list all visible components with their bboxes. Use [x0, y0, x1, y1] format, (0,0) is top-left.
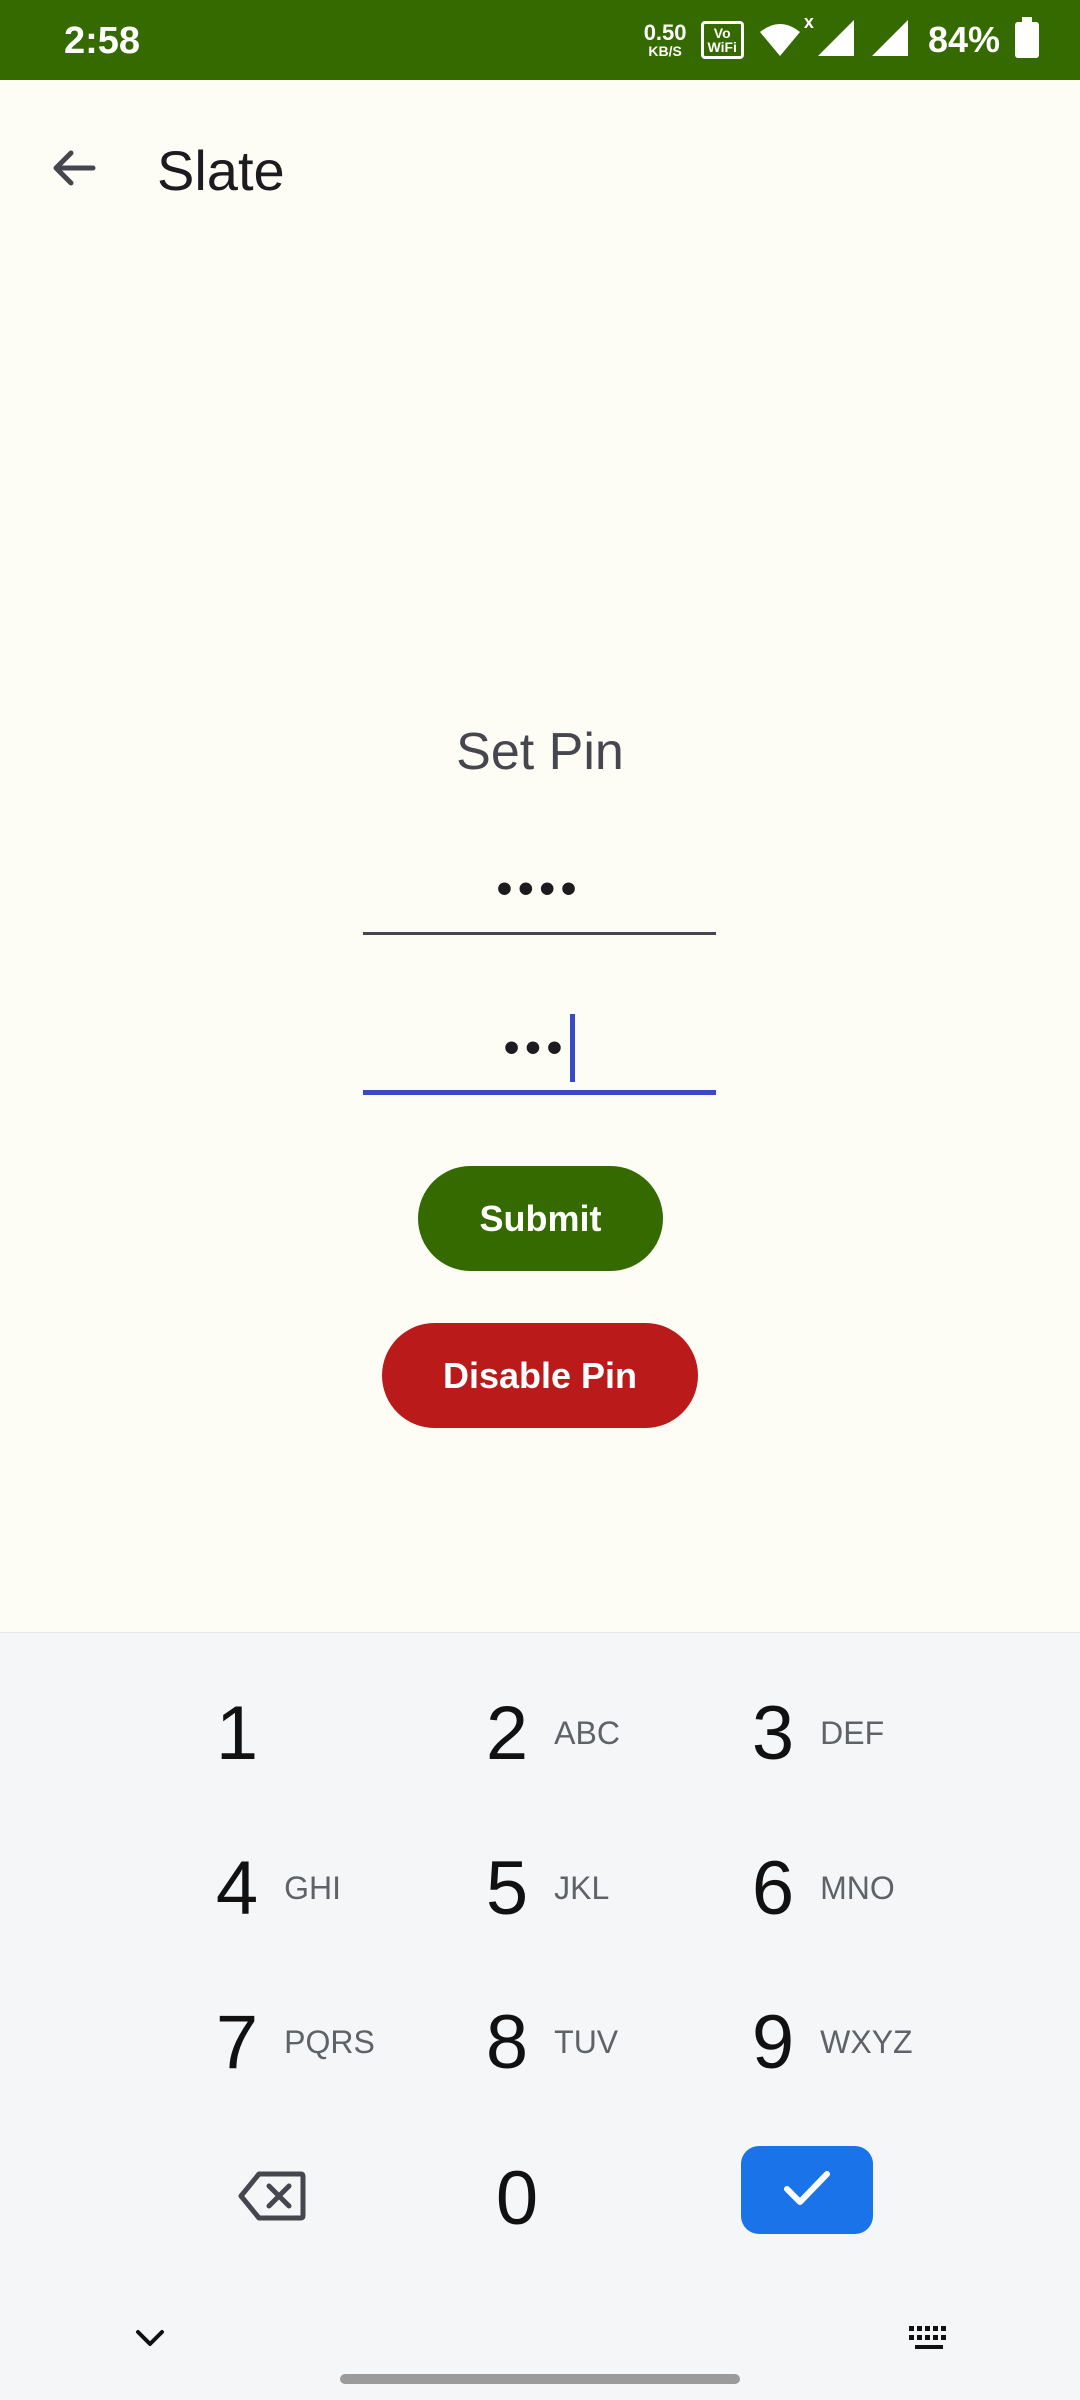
- backspace-key[interactable]: [232, 2158, 312, 2238]
- key-6[interactable]: 6 MNO: [706, 1813, 966, 1963]
- battery-icon: [1014, 16, 1040, 64]
- vowifi-top-label: Vo: [713, 25, 731, 41]
- key-letters: DEF: [820, 1714, 885, 1751]
- set-pin-title: Set Pin: [456, 723, 624, 781]
- signal-icon-2: [870, 18, 910, 63]
- key-7[interactable]: 7 PQRS: [170, 1967, 430, 2117]
- key-5[interactable]: 5 JKL: [440, 1813, 700, 1963]
- app-bar: Slate: [0, 80, 1080, 250]
- wifi-badge: x: [803, 12, 814, 32]
- switch-keyboard-button[interactable]: [904, 2322, 954, 2358]
- signal-icon-1: [816, 18, 856, 63]
- key-letters: WXYZ: [820, 2023, 913, 2060]
- home-indicator[interactable]: [340, 2374, 740, 2384]
- network-speed-value: 0.50: [643, 20, 687, 45]
- status-bar: 2:58 0.50 KB/S Vo WiFi x 84%: [0, 0, 1080, 80]
- key-number: 1: [215, 1690, 259, 1776]
- backspace-icon: [237, 2170, 307, 2227]
- text-cursor: [570, 1013, 576, 1082]
- key-1[interactable]: 1: [170, 1658, 430, 1808]
- key-letters: JKL: [554, 1869, 610, 1906]
- battery-percent: 84%: [927, 19, 1000, 60]
- key-3[interactable]: 3 DEF: [706, 1658, 966, 1808]
- key-number: 9: [751, 1999, 795, 2085]
- enter-key[interactable]: [741, 2146, 873, 2234]
- key-0[interactable]: 0: [387, 2123, 647, 2273]
- key-letters: ABC: [554, 1714, 620, 1751]
- disable-pin-button[interactable]: Disable Pin: [382, 1323, 698, 1428]
- network-speed-unit: KB/S: [648, 43, 682, 59]
- key-number: 8: [485, 1999, 529, 2085]
- key-letters: GHI: [284, 1869, 342, 1906]
- key-letters: MNO: [820, 1869, 895, 1906]
- arrow-back-icon: [49, 143, 99, 198]
- key-4[interactable]: 4 GHI: [170, 1813, 430, 1963]
- network-speed: 0.50 KB/S: [643, 20, 687, 59]
- wifi-icon: x: [758, 12, 814, 60]
- chevron-down-icon: [135, 2328, 165, 2353]
- vowifi-icon: Vo WiFi: [700, 21, 744, 59]
- key-number: 2: [485, 1690, 529, 1776]
- key-number: 0: [495, 2155, 539, 2241]
- key-number: 4: [215, 1845, 259, 1931]
- key-number: 7: [215, 1999, 259, 2085]
- vowifi-bottom-label: WiFi: [707, 39, 737, 55]
- status-time: 2:58: [64, 20, 141, 62]
- back-button[interactable]: [34, 130, 114, 210]
- confirm-pin-input[interactable]: •••: [363, 1005, 716, 1095]
- key-2[interactable]: 2 ABC: [440, 1658, 700, 1808]
- status-icons: 0.50 KB/S Vo WiFi x 84%: [643, 12, 1040, 66]
- pin-input[interactable]: ••••: [363, 845, 716, 935]
- pin-input-value: ••••: [496, 863, 583, 913]
- confirm-pin-input-value: •••: [503, 1022, 569, 1072]
- key-letters: TUV: [554, 2023, 619, 2060]
- key-letters: PQRS: [284, 2023, 375, 2060]
- keyboard-icon: [907, 2324, 951, 2357]
- key-number: 5: [485, 1845, 529, 1931]
- key-number: 6: [751, 1845, 795, 1931]
- hide-keyboard-button[interactable]: [130, 2320, 170, 2360]
- key-8[interactable]: 8 TUV: [440, 1967, 700, 2117]
- app-title: Slate: [157, 139, 285, 202]
- checkmark-icon: [783, 2169, 831, 2212]
- key-number: 3: [751, 1690, 795, 1776]
- key-9[interactable]: 9 WXYZ: [706, 1967, 966, 2117]
- submit-button[interactable]: Submit: [418, 1166, 663, 1271]
